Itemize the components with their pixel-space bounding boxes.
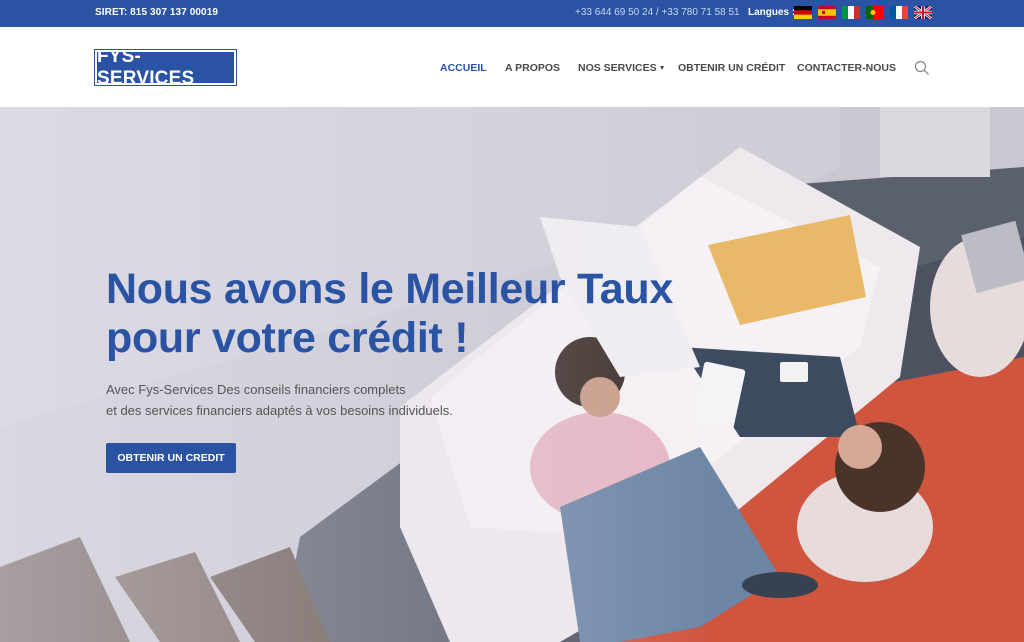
hero-title-line2: pour votre crédit ! — [106, 314, 469, 362]
nav-item-accueil[interactable]: ACCUEIL — [440, 62, 487, 74]
caret-down-icon: ▼ — [658, 65, 666, 72]
search-icon[interactable] — [914, 60, 930, 76]
hero-description: Avec Fys-Services Des conseils financier… — [106, 379, 526, 421]
hero-section: Nous avons le Meilleur Taux pour votre c… — [0, 107, 1024, 642]
uk-flag-icon[interactable] — [914, 6, 932, 19]
hero-title-line1: Nous avons le Meilleur Taux — [106, 265, 673, 313]
hero-description-line1: Avec Fys-Services Des conseils financier… — [106, 382, 406, 397]
site-logo[interactable]: FYS-SERVICES — [94, 46, 237, 89]
language-flags — [794, 6, 932, 19]
hero-title: Nous avons le Meilleur Taux pour votre c… — [106, 265, 746, 363]
spanish-flag-icon[interactable] — [818, 6, 836, 19]
obtenir-credit-button[interactable]: OBTENIR UN CREDIT — [106, 443, 236, 473]
italian-flag-icon[interactable] — [842, 6, 860, 19]
french-flag-icon[interactable] — [890, 6, 908, 19]
languages-label: Langues : — [748, 7, 796, 18]
site-header: FYS-SERVICES ACCUEIL A PROPOS NOS SERVIC… — [0, 27, 1024, 107]
phone-numbers[interactable]: +33 644 69 50 24 / +33 780 71 58 51 — [575, 7, 740, 18]
nav-item-contacter-nous[interactable]: CONTACTER-NOUS — [797, 62, 896, 74]
german-flag-icon[interactable] — [794, 6, 812, 19]
portuguese-flag-icon[interactable] — [866, 6, 884, 19]
hero-description-line2: et des services financiers adaptés à vos… — [106, 403, 453, 418]
siret-number: SIRET: 815 307 137 00019 — [95, 7, 219, 18]
nav-item-obtenir-credit[interactable]: OBTENIR UN CRÉDIT — [678, 62, 785, 74]
nav-item-a-propos[interactable]: A PROPOS — [505, 62, 560, 74]
nav-item-nos-services[interactable]: NOS SERVICES ▼ — [578, 62, 666, 74]
top-bar: SIRET: 815 307 137 00019 +33 644 69 50 2… — [0, 0, 1024, 27]
hero-overlay — [0, 107, 1024, 642]
nav-item-nos-services-label: NOS SERVICES — [578, 62, 657, 74]
